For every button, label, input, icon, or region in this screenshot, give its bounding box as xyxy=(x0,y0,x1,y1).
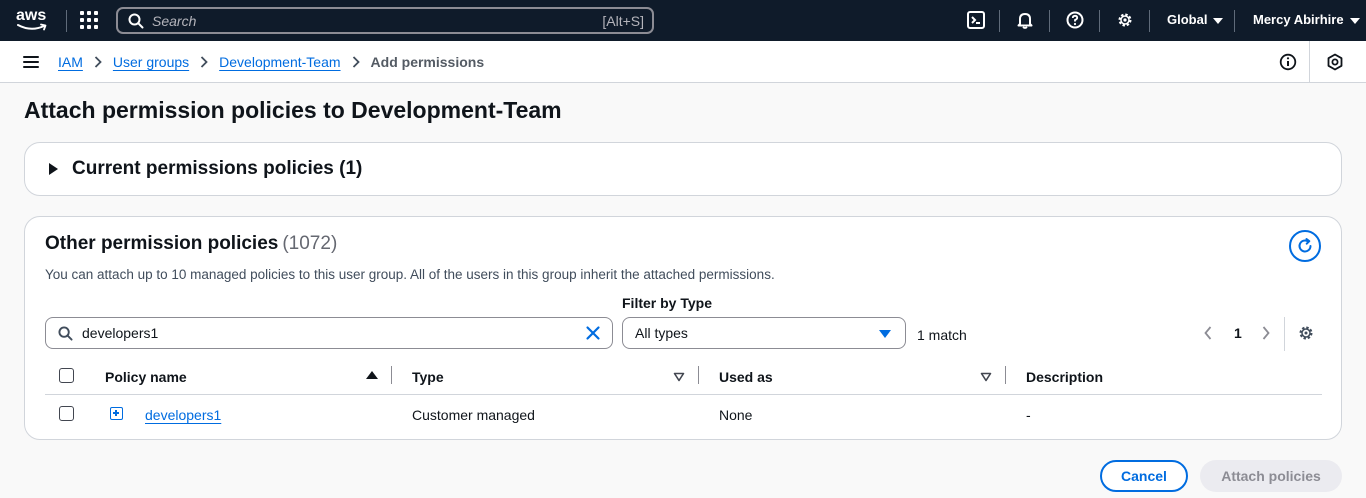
help-icon[interactable] xyxy=(1065,10,1085,30)
breadcrumb-bar: IAM User groups Development-Team Add per… xyxy=(0,41,1366,83)
page-title: Attach permission policies to Developmen… xyxy=(24,97,562,123)
caret-down-icon xyxy=(1349,17,1360,24)
match-count: 1 match xyxy=(917,327,967,343)
filter-type-label: Filter by Type xyxy=(622,295,712,311)
services-grid-icon[interactable] xyxy=(80,11,99,30)
chevron-right-icon xyxy=(200,56,208,68)
clear-icon[interactable] xyxy=(585,325,601,341)
nav-divider xyxy=(999,10,1000,32)
search-icon xyxy=(128,13,144,29)
search-input[interactable]: Search [Alt+S] xyxy=(116,7,654,34)
cloudshell-icon[interactable] xyxy=(966,10,986,30)
breadcrumb-iam[interactable]: IAM xyxy=(58,54,83,70)
caret-down-icon xyxy=(1213,17,1224,24)
column-policy-name[interactable]: Policy name xyxy=(105,369,187,385)
security-shield-icon[interactable] xyxy=(1326,53,1344,71)
aws-smile-icon xyxy=(17,23,47,31)
policy-type: Customer managed xyxy=(412,407,535,423)
caret-down-icon xyxy=(879,330,891,338)
column-description: Description xyxy=(1026,369,1104,385)
current-policies-label: Current permissions policies (1) xyxy=(72,158,363,179)
aws-logo[interactable]: aws xyxy=(16,7,50,34)
nav-divider xyxy=(1099,10,1100,32)
table-header: Policy name Type Used as Description xyxy=(45,361,1322,395)
chevron-right-icon xyxy=(94,56,102,68)
table-row: developers1 Customer managed None - xyxy=(45,395,1322,435)
bell-icon[interactable] xyxy=(1015,10,1035,30)
expand-row-icon[interactable] xyxy=(110,407,123,420)
policy-filter-value: developers1 xyxy=(82,325,159,341)
policy-count: (1072) xyxy=(282,233,338,254)
policy-used-as: None xyxy=(719,407,753,423)
column-divider[interactable] xyxy=(1005,366,1006,384)
column-divider[interactable] xyxy=(698,366,699,384)
policy-description: - xyxy=(1026,407,1031,423)
column-divider[interactable] xyxy=(391,366,392,384)
gear-icon[interactable] xyxy=(1115,10,1135,30)
chevron-left-icon[interactable] xyxy=(1203,325,1213,341)
search-icon xyxy=(58,326,73,341)
region-selector[interactable]: Global xyxy=(1167,12,1224,27)
menu-icon[interactable] xyxy=(23,56,39,68)
nav-divider xyxy=(1149,10,1150,32)
filter-type-value: All types xyxy=(635,325,688,341)
chevron-right-icon xyxy=(352,56,360,68)
nav-divider xyxy=(1234,10,1235,32)
breadcrumb-development-team[interactable]: Development-Team xyxy=(219,54,340,70)
sort-icon[interactable] xyxy=(673,372,685,382)
table-settings-icon[interactable] xyxy=(1297,324,1315,342)
column-used-as[interactable]: Used as xyxy=(719,369,773,385)
breadcrumb-current: Add permissions xyxy=(370,54,485,70)
current-policies-expander[interactable]: Current permissions policies (1) xyxy=(49,158,362,180)
info-icon[interactable] xyxy=(1279,53,1297,71)
page-number[interactable]: 1 xyxy=(1234,325,1242,341)
nav-divider xyxy=(66,10,67,32)
select-all-checkbox[interactable] xyxy=(59,368,74,383)
chevron-right-icon[interactable] xyxy=(1261,325,1271,341)
other-policies-title: Other permission policies (1072) xyxy=(45,233,338,254)
nav-divider xyxy=(1049,10,1050,32)
breadcrumb: IAM User groups Development-Team Add per… xyxy=(58,54,484,70)
other-policies-description: You can attach up to 10 managed policies… xyxy=(45,267,775,282)
policy-name-link[interactable]: developers1 xyxy=(145,407,221,423)
policy-filter-input[interactable]: developers1 xyxy=(45,317,613,349)
filter-type-select[interactable]: All types xyxy=(622,317,906,349)
refresh-icon xyxy=(1298,238,1312,253)
row-checkbox[interactable] xyxy=(59,406,74,421)
cancel-button[interactable]: Cancel xyxy=(1100,460,1188,492)
current-policies-panel: Current permissions policies (1) xyxy=(24,142,1342,196)
sort-icon[interactable] xyxy=(980,372,992,382)
refresh-button[interactable] xyxy=(1289,230,1321,262)
account-menu[interactable]: Mercy Abirhire xyxy=(1253,12,1360,27)
column-type[interactable]: Type xyxy=(412,369,444,385)
pager-divider xyxy=(1284,317,1285,351)
breadcrumb-divider xyxy=(1309,41,1310,83)
other-policies-panel: Other permission policies (1072) You can … xyxy=(24,216,1342,440)
breadcrumb-user-groups[interactable]: User groups xyxy=(113,54,189,70)
attach-policies-button[interactable]: Attach policies xyxy=(1200,460,1342,492)
search-shortcut: [Alt+S] xyxy=(602,13,644,29)
sort-ascending-icon[interactable] xyxy=(366,371,378,379)
search-placeholder: Search xyxy=(152,13,197,29)
caret-right-icon xyxy=(49,163,58,175)
top-navigation: aws Search [Alt+S] Global Mercy Abirhire xyxy=(0,0,1366,41)
